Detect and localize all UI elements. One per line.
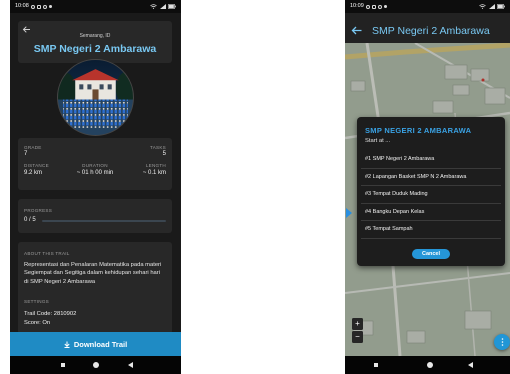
building-window	[87, 84, 92, 90]
wifi-icon	[479, 3, 486, 9]
notification-icon	[31, 4, 35, 9]
trail-stats-card: GRADE 7 TASKS 5 DISTANCE 9.2 km DURATION…	[18, 138, 172, 190]
progress-card: PROGRESS 0 / 5	[18, 199, 172, 233]
trail-title: SMP Negeri 2 Ambarawa	[33, 43, 157, 55]
option-dot	[501, 341, 503, 343]
option-dot	[501, 338, 503, 340]
signal-triangle	[488, 3, 495, 9]
wifi-arcs	[479, 3, 486, 7]
more-options-icon	[501, 338, 503, 346]
location-arrow-shape	[346, 208, 352, 218]
notification-icons	[31, 4, 52, 9]
option-dot	[501, 344, 503, 346]
dialog-subtitle: Start at ...	[365, 138, 391, 144]
location-arrow-icon	[346, 208, 352, 218]
about-trail-card: ABOUT THIS TRAIL Representasi dan Penala…	[18, 242, 172, 334]
progress-label: PROGRESS	[24, 208, 53, 213]
building-window	[107, 84, 112, 90]
download-icon	[64, 341, 70, 348]
battery-tip	[175, 5, 176, 7]
score-setting: Score: On	[24, 320, 51, 326]
zoom-in-button[interactable]: +	[352, 318, 363, 330]
trail-description: Representasi dan Penalaran Matematika pa…	[24, 262, 162, 285]
signal-icon	[488, 3, 495, 9]
students-group	[63, 99, 128, 128]
message-icon	[37, 4, 41, 9]
progress-value: 0 / 5	[24, 217, 36, 223]
arrow-left-path	[22, 26, 30, 33]
notification-icons	[366, 4, 387, 9]
dot-icon	[384, 5, 387, 8]
building-window	[99, 84, 104, 90]
download-trail-label: Download Trail	[73, 339, 128, 349]
wifi-icon	[150, 3, 157, 9]
dialog-title: SMP NEGERI 2 AMBARAWA	[365, 126, 472, 135]
tasks-label: TASKS	[150, 145, 166, 150]
start-point-dialog: SMP NEGERI 2 AMBARAWA Start at ... #1 SM…	[357, 117, 505, 266]
start-point-item[interactable]: #5 Tempat Sampah	[361, 221, 501, 239]
zoom-out-button[interactable]: −	[352, 331, 363, 343]
building-door	[92, 89, 99, 100]
start-point-item[interactable]: #2 Lapangan Basket SMP N 2 Ambarawa	[361, 169, 501, 186]
trail-location: Semarang, ID	[79, 33, 111, 39]
wifi-dot	[152, 7, 155, 9]
recent-apps-icon[interactable]	[374, 363, 378, 367]
signal-triangle	[159, 3, 166, 9]
battery-tip	[504, 5, 505, 7]
home-icon[interactable]	[93, 362, 99, 368]
progress-bar	[42, 220, 166, 222]
wifi-dot	[481, 7, 484, 9]
notification-icon	[366, 4, 370, 9]
grade-label: GRADE	[24, 145, 42, 150]
length-value: ~ 0.1 km	[142, 170, 166, 176]
school-photo	[57, 59, 134, 136]
status-bar: 10:08	[10, 0, 181, 13]
cancel-button[interactable]: Cancel	[412, 249, 450, 259]
battery-level	[169, 4, 174, 8]
trail-code: Trail Code: 2810902	[24, 311, 77, 317]
status-time: 10:09	[350, 3, 364, 9]
battery-icon	[168, 3, 176, 9]
start-point-item[interactable]: #4 Bangku Depan Kelas	[361, 204, 501, 221]
map-fab-button[interactable]	[494, 334, 510, 350]
settings-icon	[43, 4, 47, 9]
arrow-left-icon[interactable]	[351, 26, 362, 35]
back-icon[interactable]	[128, 362, 133, 368]
status-bar: 10:09	[345, 0, 510, 13]
tasks-value: 5	[162, 151, 166, 157]
battery-icon	[497, 3, 505, 9]
settings-label: SETTINGS	[24, 299, 49, 304]
about-label: ABOUT THIS TRAIL	[24, 251, 70, 256]
building-window	[79, 84, 84, 90]
start-point-screen: 10:09 SMP Negeri 2 Ambarawa SMP NEGERI 2…	[345, 0, 510, 374]
start-point-item[interactable]: #3 Tempat Duduk Mading	[361, 186, 501, 204]
arrow-left-path	[351, 26, 362, 35]
download-arrow	[64, 341, 70, 348]
message-icon	[372, 4, 376, 9]
status-time: 10:08	[15, 3, 29, 9]
trail-detail-screen: 10:08 Semarang, ID SMP Negeri 2 Ambarawa	[10, 0, 181, 374]
header-title: SMP Negeri 2 Ambarawa	[372, 25, 490, 37]
wifi-arcs	[150, 3, 157, 7]
download-trail-button[interactable]: Download Trail	[10, 332, 181, 356]
battery-level	[498, 4, 503, 8]
trail-header-card: Semarang, ID SMP Negeri 2 Ambarawa	[18, 21, 172, 63]
system-nav-bar	[10, 356, 181, 374]
length-label: LENGTH	[145, 163, 166, 168]
start-point-item[interactable]: #1 SMP Negeri 2 Ambarawa	[361, 151, 501, 169]
system-nav-bar	[345, 356, 510, 374]
signal-icon	[159, 3, 166, 9]
back-icon[interactable]	[468, 362, 473, 368]
home-icon[interactable]	[427, 362, 433, 368]
start-point-list: #1 SMP Negeri 2 Ambarawa #2 Lapangan Bas…	[361, 151, 501, 239]
app-header: SMP Negeri 2 Ambarawa	[345, 13, 510, 43]
dot-icon	[49, 5, 52, 8]
recent-apps-icon[interactable]	[61, 363, 65, 367]
system-icons	[479, 3, 505, 9]
settings-icon	[378, 4, 382, 9]
system-icons	[150, 3, 176, 9]
grade-value: 7	[24, 151, 28, 157]
